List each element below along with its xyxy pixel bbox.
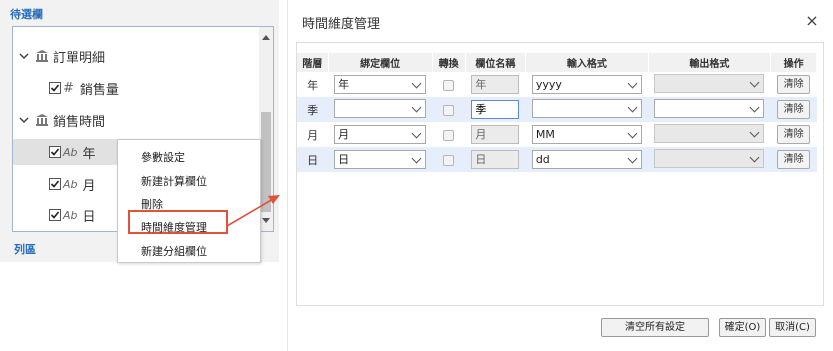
tree-node-sales-time[interactable]: 銷售時間 — [19, 107, 105, 133]
checkbox-checked-icon[interactable] — [49, 82, 61, 94]
menu-item-new-calc-field[interactable]: 新建計算欄位 — [141, 173, 207, 189]
bind-field-select[interactable] — [334, 98, 427, 118]
scroll-down-icon[interactable] — [262, 218, 270, 223]
chevron-down-icon — [627, 102, 638, 112]
context-menu: 參數設定 新建計算欄位 刪除 時間維度管理 新建分組欄位 — [117, 139, 261, 263]
tree-node-label: 訂單明細 — [53, 50, 106, 66]
chevron-down-icon — [627, 78, 638, 89]
input-format-select[interactable]: MM — [531, 125, 642, 144]
table-row: 日 日 日 dd 清除 — [297, 147, 817, 172]
tree-field-month[interactable]: Ab 月 — [49, 171, 96, 197]
convert-checkbox[interactable] — [443, 129, 455, 141]
field-name-input[interactable]: 季 — [471, 100, 520, 119]
menu-item-time-dimension[interactable]: 時間維度管理 — [141, 219, 207, 235]
dialog-title: 時間維度管理 — [302, 17, 381, 32]
clear-row-button[interactable]: 清除 — [777, 125, 811, 144]
output-format-select[interactable] — [654, 123, 765, 143]
table-icon — [36, 114, 48, 126]
field-label: 月 — [82, 178, 96, 194]
convert-checkbox[interactable] — [443, 79, 455, 91]
chevron-down-icon[interactable] — [19, 115, 29, 125]
chevron-down-icon[interactable] — [19, 51, 29, 61]
chevron-down-icon — [411, 128, 422, 139]
output-format-select[interactable] — [654, 73, 765, 93]
col-header-level: 階層 — [297, 53, 329, 72]
scrollbar-thumb[interactable] — [261, 112, 271, 212]
field-label: 日 — [82, 209, 96, 225]
field-label: 年 — [82, 146, 96, 162]
field-label: 銷售量 — [79, 82, 119, 98]
field-name-input[interactable]: 日 — [471, 150, 520, 169]
col-header-field-name: 欄位名稱 — [465, 53, 527, 72]
menu-item-new-group-field[interactable]: 新建分組欄位 — [141, 243, 207, 259]
input-format-select[interactable] — [531, 98, 642, 118]
output-format-select[interactable] — [654, 148, 765, 168]
table-row: 年 年 年 yyyy 清除 — [297, 72, 817, 97]
panel-header-rows: 列區 — [14, 243, 36, 256]
dialog-body: 階層 綁定欄位 轉換 欄位名稱 輸入格式 輸出格式 操作 年 年 年 yyyy … — [296, 42, 824, 306]
col-header-output-format: 輸出格式 — [648, 53, 772, 72]
ok-button[interactable]: 確定(O) — [719, 318, 766, 337]
chevron-down-icon — [411, 78, 422, 89]
col-header-bind: 綁定欄位 — [328, 53, 433, 72]
dimension-table: 階層 綁定欄位 轉換 欄位名稱 輸入格式 輸出格式 操作 年 年 年 yyyy … — [297, 53, 817, 172]
table-header-row: 階層 綁定欄位 轉換 欄位名稱 輸入格式 輸出格式 操作 — [297, 53, 817, 72]
clear-all-settings-button[interactable]: 清空所有設定 — [601, 318, 709, 337]
close-icon[interactable]: × — [803, 12, 821, 30]
field-name-input[interactable]: 月 — [471, 125, 520, 144]
checkbox-checked-icon[interactable] — [49, 146, 61, 158]
tree-field-day[interactable]: Ab 日 — [49, 202, 96, 228]
input-format-select[interactable]: dd — [531, 150, 642, 169]
tree-node-label: 銷售時間 — [53, 114, 106, 130]
table-row: 月 月 月 MM 清除 — [297, 122, 817, 147]
chevron-down-icon — [749, 152, 760, 162]
clear-row-button[interactable]: 清除 — [777, 75, 811, 94]
cell-level: 日 — [297, 147, 329, 172]
scroll-up-icon[interactable] — [262, 35, 270, 40]
text-type-icon: Ab — [63, 145, 78, 159]
cell-level: 季 — [297, 97, 329, 122]
chevron-down-icon — [627, 153, 638, 164]
menu-item-param-settings[interactable]: 參數設定 — [141, 149, 185, 165]
panel-header-candidate: 待選欄 — [10, 8, 43, 21]
convert-checkbox[interactable] — [443, 154, 455, 166]
table-icon — [36, 50, 48, 62]
chevron-down-icon — [627, 128, 638, 139]
text-type-icon: Ab — [63, 177, 78, 191]
time-dimension-dialog: 時間維度管理 × 階層 綁定欄位 轉換 欄位名稱 輸入格式 輸出格式 操作 年 … — [287, 0, 833, 351]
chevron-down-icon — [411, 153, 422, 164]
tree-node-order-detail[interactable]: 訂單明細 — [19, 43, 105, 69]
output-format-select[interactable] — [654, 98, 765, 118]
number-type-icon: # — [63, 80, 74, 96]
cell-level: 月 — [307, 128, 319, 142]
bind-field-select[interactable]: 年 — [334, 75, 427, 94]
cell-level: 年 — [307, 78, 319, 92]
text-type-icon: Ab — [63, 208, 78, 222]
clear-row-button[interactable]: 清除 — [777, 150, 811, 169]
chevron-down-icon — [749, 77, 760, 87]
table-row: 季 季 清除 — [297, 97, 817, 122]
chevron-down-icon — [749, 102, 760, 112]
checkbox-checked-icon[interactable] — [49, 178, 61, 190]
chevron-down-icon — [411, 102, 422, 112]
input-format-select[interactable]: yyyy — [531, 75, 642, 94]
cancel-button[interactable]: 取消(C) — [769, 318, 816, 337]
chevron-down-icon — [749, 127, 760, 137]
col-header-input-format: 輸入格式 — [525, 53, 649, 72]
col-header-convert: 轉換 — [432, 53, 466, 72]
field-name-input[interactable]: 年 — [471, 75, 520, 94]
convert-checkbox[interactable] — [443, 104, 455, 116]
bind-field-select[interactable]: 日 — [334, 150, 427, 169]
tree-scrollbar[interactable] — [259, 27, 273, 231]
checkbox-checked-icon[interactable] — [49, 209, 61, 221]
screen: 待選欄 訂單明細 # 銷售量 銷售時間 Ab 年 Ab 月 Ab 日 列區 參數… — [0, 0, 833, 351]
bind-field-select[interactable]: 月 — [334, 125, 427, 144]
clear-row-button[interactable]: 清除 — [777, 100, 811, 119]
col-header-action: 操作 — [770, 53, 817, 72]
tree-field-sales-qty[interactable]: # 銷售量 — [49, 75, 119, 101]
